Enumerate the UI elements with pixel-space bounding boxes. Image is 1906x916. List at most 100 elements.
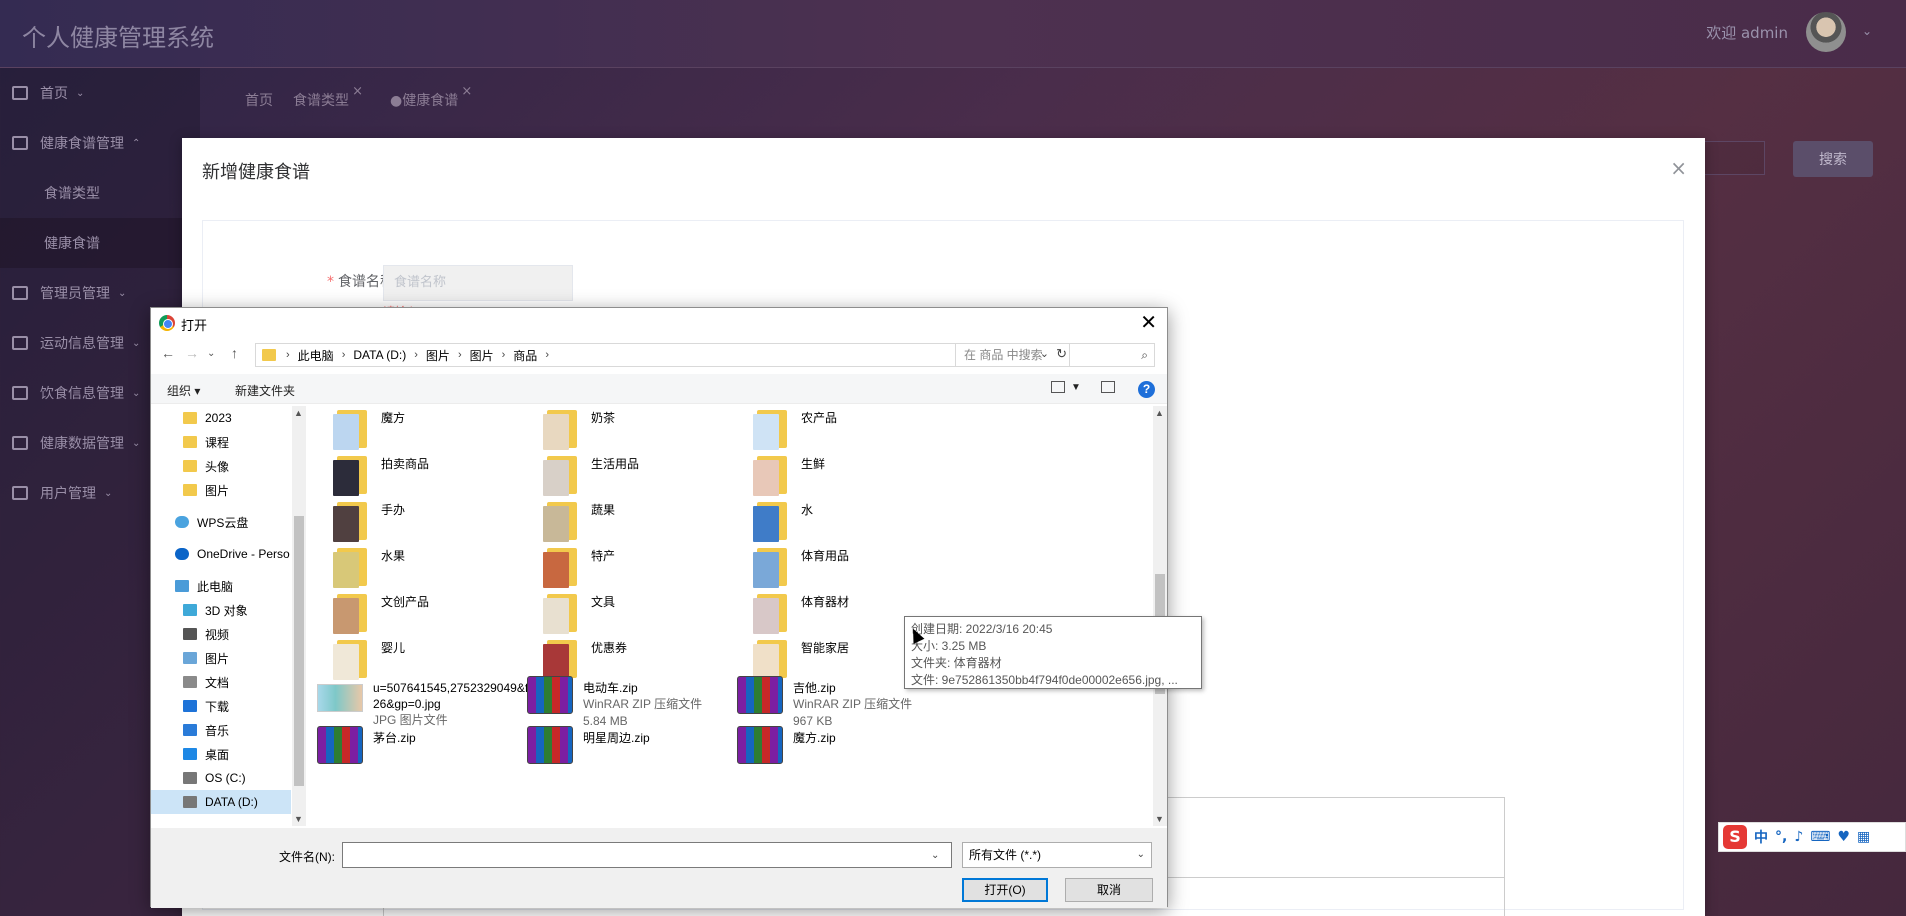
nav-item-music[interactable]: 音乐 xyxy=(151,718,291,742)
nav-item-pictures[interactable]: 图片 xyxy=(151,646,291,670)
folder-icon xyxy=(543,544,577,588)
open-button[interactable]: 打开(O) xyxy=(962,878,1048,902)
desktop-icon xyxy=(183,748,197,760)
folder-name: 水 xyxy=(801,503,814,517)
forward-icon[interactable]: → xyxy=(185,345,199,361)
folder-preview xyxy=(543,552,569,588)
chevron-down-icon[interactable]: ⌄ xyxy=(1862,24,1872,38)
chevron-down-icon[interactable]: ▼ xyxy=(1071,382,1081,393)
chevron-up-icon[interactable]: ▲ xyxy=(294,408,303,418)
tab-label: ●健康食谱 xyxy=(390,93,459,109)
nav-item-videos[interactable]: 视频 xyxy=(151,622,291,646)
chevron-down-icon[interactable]: ▼ xyxy=(294,814,303,824)
punctuation-icon[interactable]: °, xyxy=(1775,829,1787,845)
tooltip-folder: 文件夹: 体育器材 xyxy=(911,656,1002,670)
breadcrumb-item[interactable]: 图片 xyxy=(470,347,494,364)
user-icon xyxy=(12,486,28,500)
up-icon[interactable]: ↑ xyxy=(231,345,238,361)
preview-pane-icon[interactable] xyxy=(1101,381,1115,393)
chevron-down-icon: ⌄ xyxy=(104,487,113,499)
chevron-right-icon: › xyxy=(501,349,506,361)
folder-item[interactable]: 农产品 xyxy=(753,406,1003,456)
microphone-icon[interactable]: ♪ xyxy=(1794,829,1803,845)
nav-item-this-pc[interactable]: 此电脑 xyxy=(151,574,291,598)
keyboard-icon[interactable]: ⌨ xyxy=(1810,829,1830,845)
folder-icon xyxy=(543,636,577,680)
view-options-icon[interactable] xyxy=(1051,381,1065,393)
nav-item-wps-cloud[interactable]: WPS云盘 xyxy=(151,510,291,534)
nav-item-data-d[interactable]: DATA (D:) xyxy=(151,790,291,814)
close-icon[interactable]: × xyxy=(1670,156,1687,180)
folder-name: 智能家居 xyxy=(801,641,850,655)
close-icon[interactable]: ✕ xyxy=(1140,310,1157,335)
folder-name: 蔬果 xyxy=(591,503,616,517)
search-input[interactable] xyxy=(1700,141,1765,175)
3d-icon xyxy=(183,604,197,616)
nav-item-desktop[interactable]: 桌面 xyxy=(151,742,291,766)
scroll-thumb[interactable] xyxy=(294,516,304,786)
recipe-name-input[interactable]: 食谱名称 xyxy=(383,265,573,301)
organize-button[interactable]: 组织 ▾ xyxy=(167,382,200,399)
address-bar[interactable]: › 此电脑 › DATA (D:) › 图片 › 图片 › 商品 › ⌄ ↻ xyxy=(255,343,1070,367)
tooltip-files: 文件: 9e752861350bb4f794f0de00002e656.jpg,… xyxy=(911,673,1178,687)
ime-mode[interactable]: 中 xyxy=(1754,827,1768,847)
folder-icon xyxy=(753,406,787,450)
chevron-up-icon[interactable]: ▲ xyxy=(1155,408,1164,418)
nav-item-pictures-folder[interactable]: 图片 xyxy=(151,478,291,502)
file-name-cont: 26&gp=0.jpg xyxy=(373,697,441,711)
sidebar-item-label: 健康数据管理 xyxy=(40,436,124,452)
nav-item-downloads[interactable]: 下载 xyxy=(151,694,291,718)
folder-item[interactable]: 体育用品 xyxy=(753,544,1003,594)
file-meta: 茅台.zip xyxy=(373,726,416,746)
filename-input[interactable] xyxy=(342,842,952,868)
close-icon[interactable]: × xyxy=(352,84,363,99)
sidebar-item-recipe-management[interactable]: 健康食谱管理 ⌃ xyxy=(0,118,200,168)
music-icon xyxy=(183,724,197,736)
nav-item-course[interactable]: 课程 xyxy=(151,430,291,454)
folder-item[interactable]: 水 xyxy=(753,498,1003,548)
nav-item-label: 视频 xyxy=(205,627,230,642)
sidebar-item-health-recipe[interactable]: 健康食谱 xyxy=(0,218,200,268)
breadcrumb-item[interactable]: 此电脑 xyxy=(298,347,334,364)
chevron-down-icon[interactable]: ⌄ xyxy=(207,348,215,359)
tab-health-recipe[interactable]: ●健康食谱 × xyxy=(390,84,472,110)
file-item[interactable]: 魔方.zip xyxy=(737,726,987,786)
breadcrumb-item[interactable]: 商品 xyxy=(513,347,537,364)
nav-scrollbar[interactable]: ▲ ▼ xyxy=(292,406,306,826)
sidebar-item-label: 用户管理 xyxy=(40,486,96,502)
tooltip-created: 创建日期: 2022/3/16 20:45 xyxy=(911,622,1053,636)
folder-icon xyxy=(333,498,367,542)
pictures-icon xyxy=(183,652,197,664)
skin-icon[interactable]: ♥ xyxy=(1837,829,1850,845)
folder-search-input[interactable]: 在 商品 中搜索 ⌕ xyxy=(955,343,1155,367)
breadcrumb-item[interactable]: 图片 xyxy=(426,347,450,364)
folder-item[interactable]: 生鲜 xyxy=(753,452,1003,502)
nav-item-documents[interactable]: 文档 xyxy=(151,670,291,694)
new-folder-button[interactable]: 新建文件夹 xyxy=(235,382,295,399)
search-button[interactable]: 搜索 xyxy=(1793,141,1873,177)
close-icon[interactable]: × xyxy=(461,84,472,99)
chevron-down-icon[interactable]: ▼ xyxy=(1155,814,1164,824)
nav-item-2023[interactable]: 2023 xyxy=(151,406,291,430)
nav-item-3d-objects[interactable]: 3D 对象 xyxy=(151,598,291,622)
tab-recipe-type[interactable]: 食谱类型 × xyxy=(293,84,363,110)
nav-item-onedrive[interactable]: OneDrive - Perso xyxy=(151,542,291,566)
back-icon[interactable]: ← xyxy=(161,345,175,361)
avatar[interactable] xyxy=(1806,12,1846,52)
breadcrumb-item[interactable]: DATA (D:) xyxy=(353,348,406,362)
sidebar-item-home[interactable]: 首页 ⌄ xyxy=(0,68,200,118)
sogou-icon[interactable]: S xyxy=(1723,825,1747,849)
file-name: 魔方.zip xyxy=(793,731,836,745)
help-icon[interactable]: ? xyxy=(1138,381,1155,398)
cancel-button[interactable]: 取消 xyxy=(1065,878,1153,902)
file-name: 茅台.zip xyxy=(373,731,416,745)
grid-icon[interactable]: ▦ xyxy=(1857,829,1870,845)
sidebar-item-recipe-type[interactable]: 食谱类型 xyxy=(0,168,200,218)
chevron-down-icon: ⌄ xyxy=(132,437,141,449)
tab-home[interactable]: 首页 xyxy=(245,90,273,110)
folder-icon xyxy=(753,544,787,588)
filetype-select[interactable]: 所有文件 (*.*) ⌄ xyxy=(962,842,1152,868)
nav-item-avatar[interactable]: 头像 xyxy=(151,454,291,478)
modal-title: 新增健康食谱 xyxy=(202,162,310,183)
nav-item-os-c[interactable]: OS (C:) xyxy=(151,766,291,790)
